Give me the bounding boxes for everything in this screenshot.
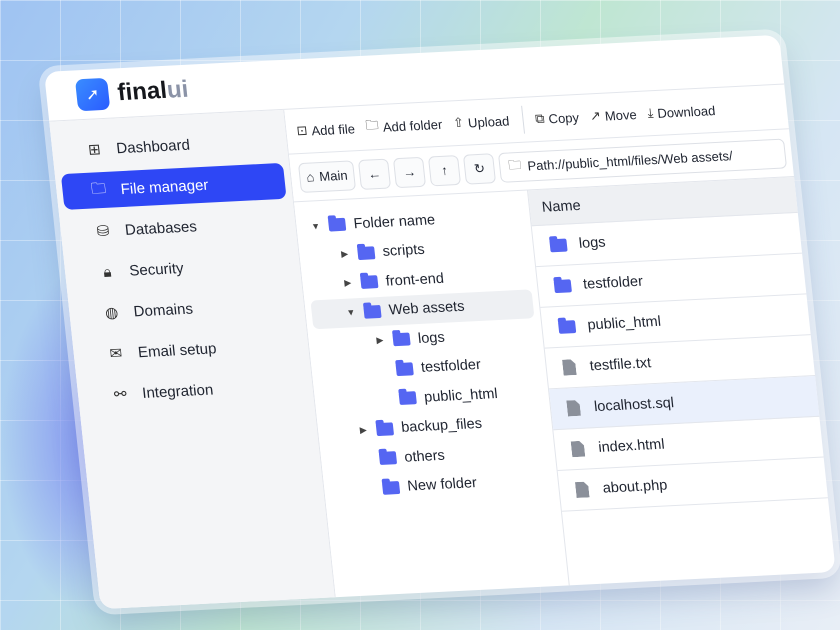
upload-icon: ⇧ <box>452 114 465 131</box>
tree-item-label: backup_files <box>400 416 483 437</box>
add-folder-icon: 🗀 <box>364 117 380 133</box>
file-name: testfile.txt <box>589 355 652 375</box>
folder-icon <box>357 246 376 260</box>
folder-icon <box>549 238 568 252</box>
brand: finalui <box>116 75 190 106</box>
sidebar-item-integration[interactable]: ⚯ Integration <box>82 367 308 414</box>
move-button[interactable]: ↗ Move <box>589 106 637 124</box>
folder-icon <box>398 391 417 406</box>
sidebar-item-databases[interactable]: ⛁ Databases <box>65 204 291 251</box>
sidebar-item-email-setup[interactable]: ✉ Email setup <box>78 326 304 373</box>
tree-item-label: front-end <box>384 270 445 290</box>
main-panel: ⊡ Add file 🗀 Add folder ⇧ Upload ⧉ Copy ↗ Mov… <box>284 84 836 598</box>
up-button[interactable]: ↑ <box>427 154 462 186</box>
caret-right-icon[interactable]: ▶ <box>356 424 371 436</box>
main-button[interactable]: ⌂ Main <box>297 159 357 193</box>
caret-right-icon[interactable]: ▶ <box>340 278 355 290</box>
sidebar-item-security[interactable]: 🔒︎ Security <box>69 244 295 291</box>
folder-icon <box>553 278 572 293</box>
folder-icon <box>375 422 395 436</box>
folder-icon <box>360 275 379 290</box>
caret-down-icon[interactable]: ▼ <box>308 221 323 232</box>
refresh-icon: ↻ <box>473 160 486 176</box>
caret-down-icon[interactable]: ▼ <box>343 307 358 318</box>
folder-icon: 🗀 <box>90 179 107 198</box>
back-button[interactable]: ← <box>357 158 392 190</box>
download-button[interactable]: ⤓ Download <box>647 102 716 121</box>
mail-icon: ✉ <box>108 345 124 363</box>
folder-icon <box>363 304 382 319</box>
tree-item-label: Web assets <box>388 298 466 319</box>
copy-icon: ⧉ <box>534 110 546 127</box>
sidebar-item-dashboard[interactable]: ⊞ Dashboard <box>57 122 283 169</box>
file-name: about.php <box>601 477 669 497</box>
toolbar-divider <box>520 105 525 134</box>
tree-item-label: public_html <box>423 385 499 406</box>
path-input[interactable]: 🗀 Path://public_html/files/Web assets/ <box>497 138 788 183</box>
folder-icon <box>392 332 411 347</box>
folder-icon <box>327 218 347 232</box>
file-name: testfolder <box>582 273 644 293</box>
database-icon: ⛁ <box>95 222 111 241</box>
download-icon: ⤓ <box>646 105 655 121</box>
add-folder-button[interactable]: 🗀 Add folder <box>365 113 444 139</box>
sidebar-item-domains[interactable]: ◍ Domains <box>74 285 300 332</box>
arrow-right-icon: → <box>402 164 417 180</box>
folder-icon <box>395 362 414 376</box>
tree-item-label: logs <box>417 329 446 347</box>
folder-icon <box>557 319 577 334</box>
file-name: index.html <box>597 436 666 456</box>
arrow-up-icon: ↑ <box>440 162 449 178</box>
caret-right-icon[interactable]: ▶ <box>372 335 387 347</box>
add-file-icon: ⊡ <box>295 122 309 139</box>
folder-icon: 🗀 <box>507 156 523 172</box>
forward-button[interactable]: → <box>392 156 427 188</box>
file-icon <box>571 441 586 458</box>
tree-item-label: New folder <box>406 475 478 495</box>
add-file-button[interactable]: ⊡ Add file <box>296 120 356 139</box>
file-list: Name logs testfolder public_html testfile.t… <box>528 177 836 585</box>
file-icon <box>575 481 590 498</box>
plug-icon: ⚯ <box>113 385 128 404</box>
tree-item-label: testfolder <box>420 357 482 377</box>
app-window: ➚ finalui ⊞ Dashboard 🗀 File manager ⛁ Data… <box>44 34 836 610</box>
home-icon: ⌂ <box>305 169 316 185</box>
tree-item-label: Folder name <box>352 211 436 233</box>
upload-button[interactable]: ⇧ Upload <box>452 112 510 131</box>
copy-button[interactable]: ⧉ Copy <box>534 109 579 127</box>
tree-item-label: scripts <box>381 242 426 261</box>
folder-icon <box>378 451 398 466</box>
lock-icon: 🔒︎ <box>102 263 113 281</box>
file-name: public_html <box>586 313 662 334</box>
tree-item-label: others <box>403 447 446 466</box>
caret-right-icon[interactable]: ▶ <box>337 248 352 260</box>
file-name: localhost.sql <box>593 395 675 416</box>
arrow-left-icon: ← <box>367 165 382 182</box>
grid-icon: ⊞ <box>87 141 102 159</box>
globe-icon: ◍ <box>104 304 120 322</box>
file-icon <box>562 359 577 376</box>
file-name: logs <box>578 234 607 252</box>
move-icon: ↗ <box>589 107 602 124</box>
sidebar-item-file-manager[interactable]: 🗀 File manager <box>60 162 287 210</box>
refresh-button[interactable]: ↻ <box>462 152 497 185</box>
folder-icon <box>381 480 401 495</box>
folder-tree: ▼ Folder name ▶ scripts ▶ front-end ▼ Web asset… <box>294 190 570 598</box>
file-icon <box>566 400 581 417</box>
logo-cursor-icon: ➚ <box>74 77 111 111</box>
